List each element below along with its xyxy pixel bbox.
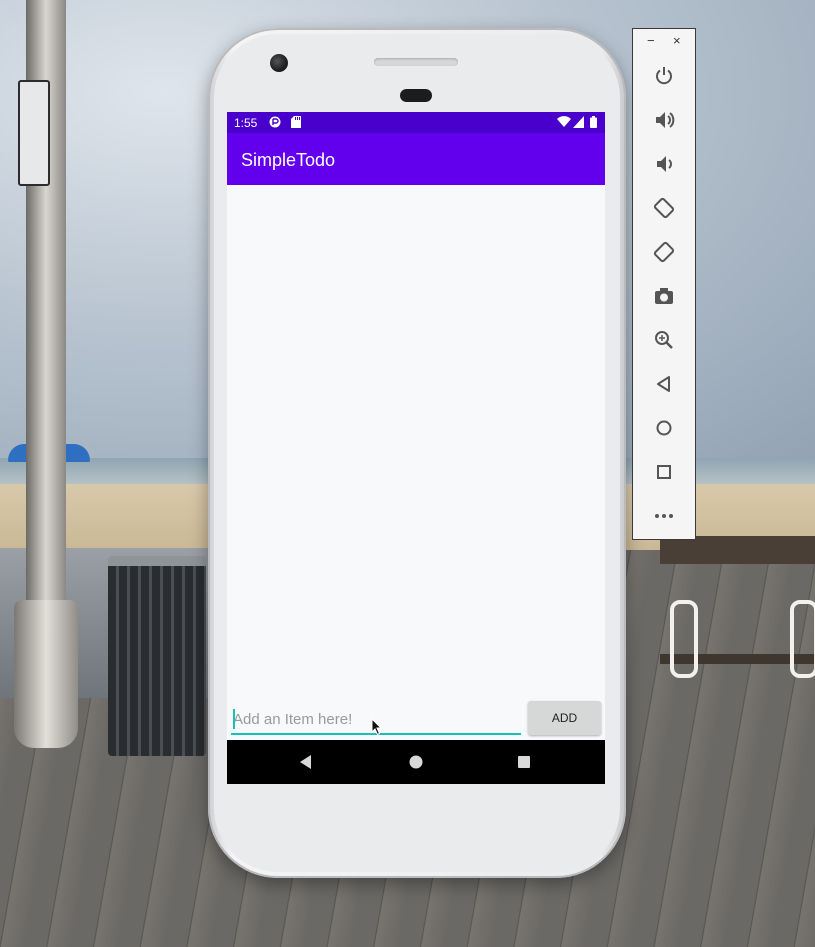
text-caret	[233, 709, 235, 729]
app-bar: SimpleTodo	[227, 133, 605, 185]
background-bench-leg	[790, 600, 815, 678]
phone-speaker-grille	[374, 58, 458, 66]
status-time: 1:55	[234, 116, 258, 130]
close-button[interactable]: ×	[673, 33, 681, 48]
volume-up-icon	[656, 112, 675, 128]
camera-icon	[655, 288, 673, 304]
add-button[interactable]: ADD	[528, 701, 601, 735]
nav-overview-icon[interactable]	[516, 754, 532, 770]
status-bar: 1:55	[227, 112, 605, 133]
more-icon	[655, 514, 673, 518]
background-sign	[18, 80, 50, 186]
overview-button[interactable]	[653, 461, 675, 483]
play-protect-icon	[269, 116, 281, 128]
cell-signal-icon	[573, 116, 584, 128]
rotate-left-button[interactable]	[653, 197, 675, 219]
front-camera	[270, 54, 288, 72]
rotate-right-icon	[653, 241, 675, 263]
home-button[interactable]	[653, 417, 675, 439]
rotate-right-button[interactable]	[653, 241, 675, 263]
volume-down-icon	[657, 156, 672, 172]
more-button[interactable]	[653, 505, 675, 527]
minimize-button[interactable]: −	[647, 33, 655, 48]
background-bench-leg	[670, 600, 698, 678]
phone-screen: 1:55 SimpleTodo ADD	[227, 112, 605, 784]
nav-back-icon[interactable]	[298, 754, 314, 770]
mouse-cursor-icon	[371, 718, 383, 736]
volume-up-button[interactable]	[653, 109, 675, 131]
screenshot-button[interactable]	[653, 285, 675, 307]
background-trash-bin	[108, 556, 206, 756]
emulator-toolbar: − ×	[632, 28, 696, 540]
app-title: SimpleTodo	[241, 150, 336, 170]
background-lamp-base	[14, 600, 78, 748]
phone-earpiece	[400, 89, 432, 102]
zoom-icon	[655, 331, 673, 349]
navigation-bar	[227, 740, 605, 784]
power-button[interactable]	[653, 65, 675, 87]
toolbar-titlebar: − ×	[633, 29, 695, 55]
back-icon	[657, 376, 670, 392]
back-button[interactable]	[653, 373, 675, 395]
wifi-icon	[557, 116, 571, 127]
volume-down-button[interactable]	[653, 153, 675, 175]
add-item-row: ADD	[227, 695, 605, 739]
battery-icon	[590, 116, 597, 128]
zoom-button[interactable]	[653, 329, 675, 351]
todo-list[interactable]	[227, 185, 605, 695]
nav-home-icon[interactable]	[408, 754, 424, 770]
rotate-left-icon	[653, 197, 675, 219]
home-icon	[656, 420, 672, 436]
sd-card-icon	[291, 116, 301, 128]
overview-icon	[657, 465, 671, 479]
power-icon	[656, 67, 672, 85]
